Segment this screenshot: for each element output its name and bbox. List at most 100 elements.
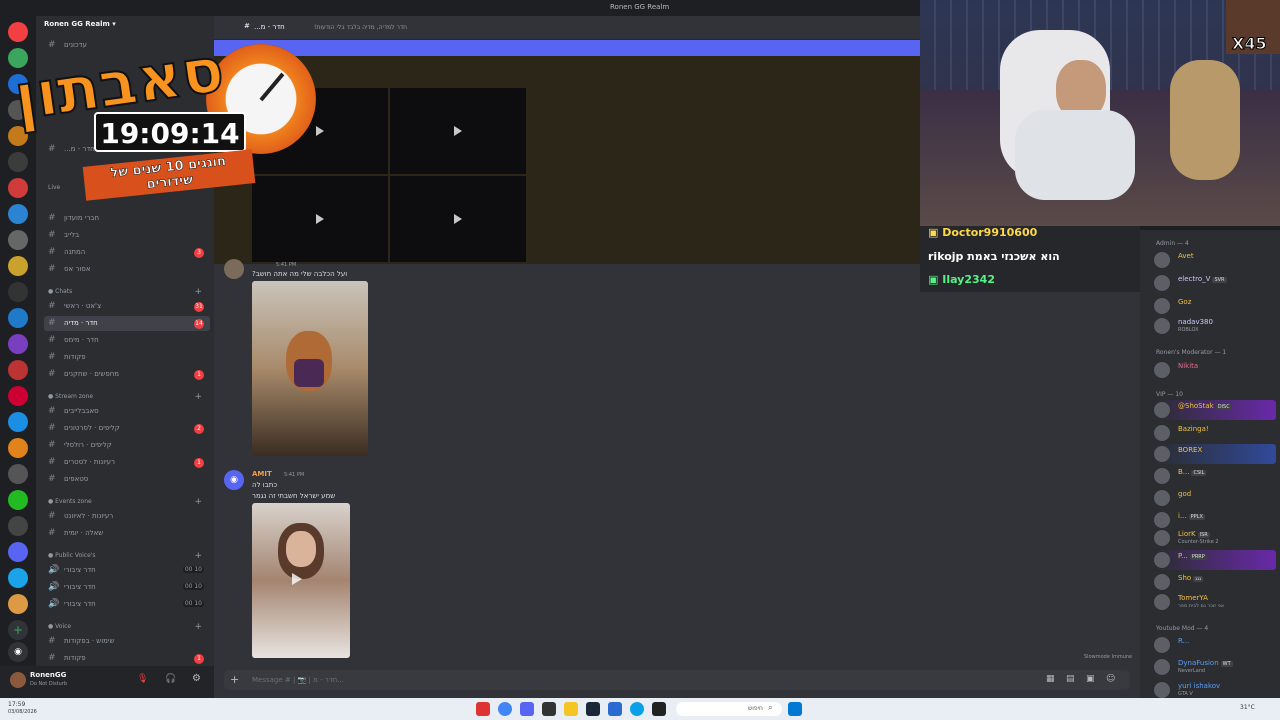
channel-item[interactable]: # רעיונות · לסטרים 1 <box>44 455 210 470</box>
server-icon[interactable] <box>8 256 28 276</box>
channel-item[interactable]: # חברי מועדון <box>44 211 210 226</box>
avatar <box>1154 446 1170 462</box>
channel-item[interactable]: # פקודות 1 <box>44 651 210 666</box>
member-item[interactable]: god <box>1154 488 1276 508</box>
emoji-icon[interactable]: ☺ <box>1106 674 1115 684</box>
channel-item[interactable]: # המתנה 3 <box>44 245 210 260</box>
mute-icon[interactable]: 🎙 <box>137 674 148 684</box>
obs-icon[interactable] <box>542 702 556 716</box>
voice-channel-item[interactable]: 🔊 חדר ציבורי 00 10 <box>44 563 210 578</box>
folder-icon[interactable] <box>564 702 578 716</box>
server-icon[interactable] <box>8 464 28 484</box>
weather-label: 31°C <box>1240 704 1255 711</box>
category-stream[interactable]: ● Stream zone + <box>48 392 208 402</box>
member-list: Admin — 4 Avet electro_V SVR Goz nadav380… <box>1140 230 1280 698</box>
member-item[interactable]: Bazinga! <box>1154 423 1276 443</box>
member-item[interactable]: Avet <box>1154 250 1276 270</box>
channel-item[interactable]: # פקודות <box>44 350 210 365</box>
category-voice[interactable]: ● Voice + <box>48 622 208 632</box>
channel-item[interactable]: # חדר · מימס <box>44 333 210 348</box>
member-item[interactable]: nadav380 ROBLOX <box>1154 316 1276 336</box>
member-item[interactable]: @ShoStak DISC <box>1154 400 1276 420</box>
app-icon[interactable] <box>608 702 622 716</box>
server-icon[interactable] <box>8 360 28 380</box>
server-icon[interactable] <box>8 282 28 302</box>
channel-item[interactable]: # צ'אט · ראשי 31 <box>44 299 210 314</box>
start-icon[interactable] <box>788 702 802 716</box>
member-group-label: VIP — 10 <box>1156 391 1183 398</box>
channel-item-active[interactable]: # חדר · מדיה 14 <box>44 316 210 331</box>
clock-date: 03/08/2026 <box>8 709 37 715</box>
message-composer[interactable]: + Message # | 📷 | חדר - מ... ▦ ▤ ▣ ☺ <box>224 670 1130 690</box>
channel-item[interactable]: # קליפים · לסרטונים 2 <box>44 421 210 436</box>
gift-icon[interactable]: ▦ <box>1046 674 1055 684</box>
member-item[interactable]: BOREX <box>1154 444 1276 464</box>
channel-item[interactable]: # שאלה · יומית <box>44 526 210 541</box>
video-tile[interactable] <box>390 88 526 174</box>
server-icon[interactable] <box>8 542 28 562</box>
member-item[interactable]: P... PRRP <box>1154 550 1276 570</box>
server-icon[interactable] <box>8 568 28 588</box>
server-icon[interactable] <box>8 308 28 328</box>
video-attachment[interactable] <box>252 503 350 658</box>
subathon-logo-overlay: סאבתון 19:09:14 חוגגים 10 שנים של שידורי… <box>9 31 326 201</box>
chrome-icon[interactable] <box>498 702 512 716</box>
settings-gear-icon[interactable]: ⚙ <box>192 673 201 684</box>
server-name[interactable]: Ronen GG Realm ▾ <box>44 20 116 28</box>
add-attachment-icon[interactable]: + <box>230 673 239 686</box>
app-icon[interactable] <box>476 702 490 716</box>
server-icon[interactable] <box>8 490 28 510</box>
video-tile[interactable] <box>390 176 526 262</box>
channel-item[interactable]: # קליפים · רולסלי <box>44 438 210 453</box>
member-item[interactable]: Sho גגג <box>1154 572 1276 592</box>
member-item[interactable]: R... <box>1154 635 1276 655</box>
message-input[interactable]: Message # | 📷 | חדר - מ... <box>252 676 344 684</box>
member-item[interactable]: Goz <box>1154 296 1276 316</box>
edge-icon[interactable] <box>630 702 644 716</box>
server-icon[interactable] <box>8 438 28 458</box>
discord-avatar-icon[interactable]: ◉ <box>224 470 244 490</box>
member-item[interactable]: i... PPLX <box>1154 510 1276 530</box>
search-input[interactable]: חיפוש ⌕ <box>676 702 782 716</box>
discord-icon[interactable] <box>520 702 534 716</box>
add-server-icon[interactable]: + <box>8 620 28 640</box>
server-icon[interactable] <box>8 516 28 536</box>
member-item[interactable]: DynaFusion WT NeverLand <box>1154 657 1276 677</box>
steam-icon[interactable] <box>586 702 600 716</box>
server-icon[interactable] <box>8 386 28 406</box>
app-icon[interactable] <box>652 702 666 716</box>
server-icon[interactable] <box>8 230 28 250</box>
category-events[interactable]: ● Events zone + <box>48 497 208 507</box>
sticker-icon[interactable]: ▣ <box>1086 674 1095 684</box>
member-item[interactable]: LiorK ISR Counter-Strike 2 <box>1154 528 1276 548</box>
server-icon[interactable] <box>8 594 28 614</box>
server-icon[interactable] <box>8 412 28 432</box>
message-author[interactable]: AMIT <box>252 470 272 478</box>
avatar[interactable] <box>224 259 244 279</box>
channel-item[interactable]: # סאבבלייבים <box>44 404 210 419</box>
play-icon[interactable] <box>292 573 302 585</box>
channel-item[interactable]: # רעיונות · לאיוונט <box>44 509 210 524</box>
voice-channel-item[interactable]: 🔊 חדר ציבורי 00 10 <box>44 597 210 612</box>
avatar[interactable] <box>10 672 26 688</box>
member-item[interactable]: TomerYA אני זוכר גם לבית ספר <box>1154 592 1276 612</box>
deafen-icon[interactable]: 🎧 <box>165 674 176 684</box>
channel-item[interactable]: # סטאפים <box>44 472 210 487</box>
channel-item[interactable]: # אסור אס <box>44 262 210 277</box>
member-item[interactable]: yuri ishakov GTA V <box>1154 680 1276 700</box>
channel-item[interactable]: # בלייב <box>44 228 210 243</box>
server-icon[interactable] <box>8 334 28 354</box>
voice-channel-item[interactable]: 🔊 חדר ציבורי 00 10 <box>44 580 210 595</box>
channel-item[interactable]: # שימוש · בפקודות <box>44 634 210 649</box>
dog-image-attachment[interactable] <box>252 281 368 456</box>
member-item[interactable]: electro_V SVR <box>1154 273 1276 293</box>
discover-icon[interactable]: ◉ <box>8 642 28 662</box>
category-chats[interactable]: ● Chats + <box>48 287 208 297</box>
gif-icon[interactable]: ▤ <box>1066 674 1075 684</box>
avatar <box>1154 275 1170 291</box>
category-public-voice[interactable]: ● Public Voice's + <box>48 551 208 561</box>
server-icon[interactable] <box>8 204 28 224</box>
member-item[interactable]: B... CSIL <box>1154 466 1276 486</box>
channel-item[interactable]: # מחפשים · שחקנים 1 <box>44 367 210 382</box>
member-item[interactable]: Nikita <box>1154 360 1276 380</box>
